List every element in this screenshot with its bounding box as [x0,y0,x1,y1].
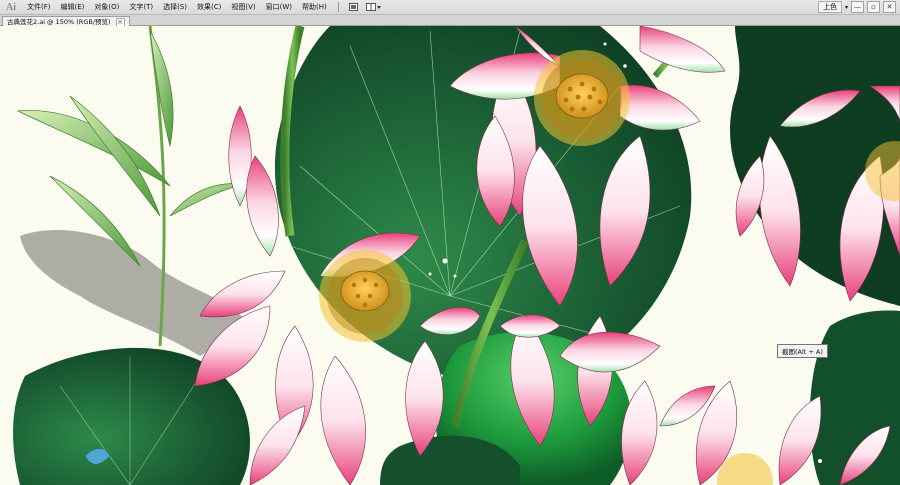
artboard-canvas[interactable]: 截图(Alt + A) [0,26,900,485]
menu-select[interactable]: 选择(S) [158,2,192,12]
seed-pod-top [555,73,609,119]
menu-view[interactable]: 视图(V) [226,2,260,12]
restore-button[interactable]: ▫ [867,1,880,13]
menu-help[interactable]: 帮助(H) [297,2,332,12]
chevron-down-icon[interactable]: ▾ [845,4,848,11]
screenshot-tooltip: 截图(Alt + A) [777,344,828,358]
bridge-icon[interactable] [348,3,359,12]
menu-object[interactable]: 对象(O) [89,2,124,12]
window-controls: 上色 ▾ — ▫ ✕ [817,1,900,13]
app-logo: Ai [6,1,16,13]
arrange-documents-icon[interactable] [365,3,383,12]
menu-window[interactable]: 窗口(W) [261,2,297,12]
close-button[interactable]: ✕ [883,1,896,13]
menu-file[interactable]: 文件(F) [22,2,56,12]
workspace-switcher[interactable]: 上色 [817,1,842,13]
menu-edit[interactable]: 编辑(E) [56,2,90,12]
lotus-artwork [13,26,900,485]
menu-effect[interactable]: 效果(C) [192,2,226,12]
document-tab-bar: 古典莲花2.ai @ 150% (RGB/预览) × [0,15,900,27]
pad-shadow [20,230,250,356]
minimize-button[interactable]: — [851,1,864,13]
illustrator-window: Ai 文件(F) 编辑(E) 对象(O) 文字(T) 选择(S) 效果(C) 视… [0,0,900,485]
menu-bar: Ai 文件(F) 编辑(E) 对象(O) 文字(T) 选择(S) 效果(C) 视… [0,0,900,15]
menu-type[interactable]: 文字(T) [124,2,158,12]
menu-separator [337,2,339,12]
